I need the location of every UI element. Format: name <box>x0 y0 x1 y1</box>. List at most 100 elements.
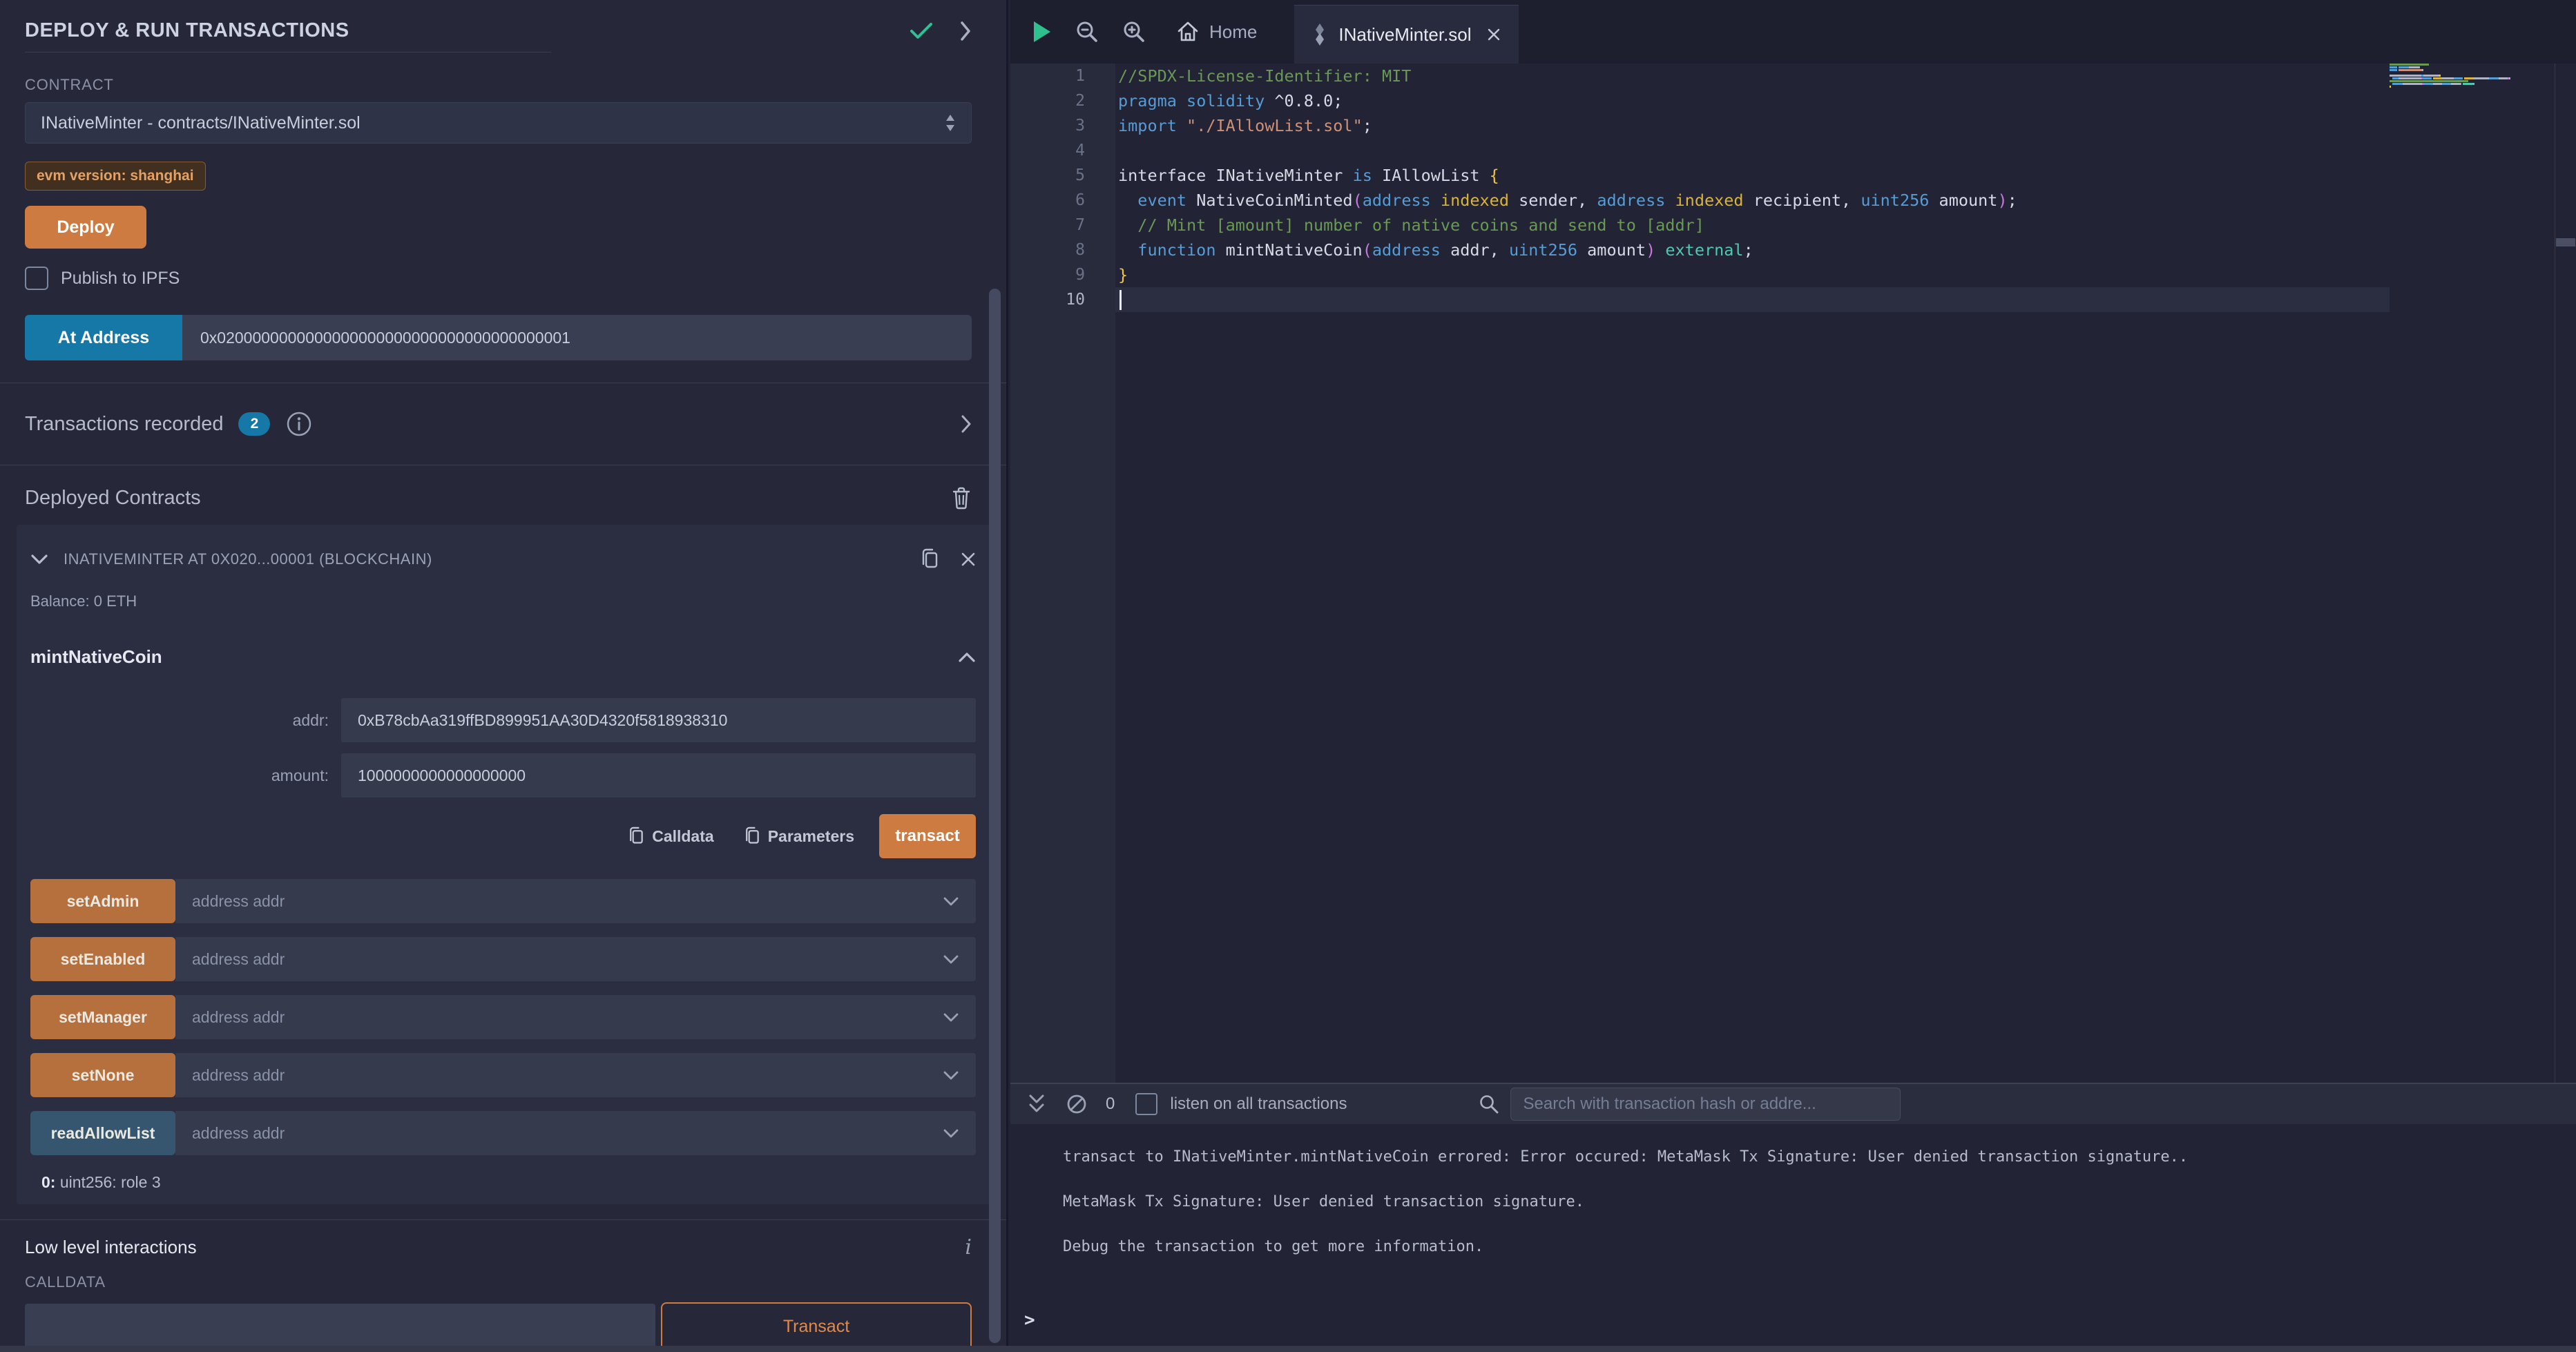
deploy-button[interactable]: Deploy <box>25 206 146 249</box>
contract-function-row: setManager address addr <box>30 995 976 1039</box>
line-number: 9 <box>1010 262 1115 287</box>
code-line: // Mint [amount] number of native coins … <box>1118 213 2390 238</box>
publish-ipfs-label: Publish to IPFS <box>61 269 180 289</box>
listen-transactions-label: listen on all transactions <box>1170 1094 1347 1114</box>
editor-tab-bar: Home INativeMinter.sol <box>1010 0 2576 64</box>
readAllowList-input[interactable]: address addr <box>175 1111 976 1155</box>
function-param-row: addr:0xB78cbAa319ffBD899951AA30D4320f581… <box>30 698 976 742</box>
trash-icon[interactable] <box>951 486 972 510</box>
code-line: pragma solidity ^0.8.0; <box>1118 88 2390 113</box>
minimap-line <box>2390 88 2555 90</box>
info-icon[interactable] <box>285 410 313 438</box>
contract-select[interactable]: INativeMinter - contracts/INativeMinter.… <box>25 102 972 144</box>
transactions-count-badge: 2 <box>238 412 270 436</box>
expand-chevron-down-icon[interactable] <box>943 1012 959 1023</box>
setNone-button[interactable]: setNone <box>30 1053 175 1097</box>
function-name-title: mintNativeCoin <box>30 646 958 668</box>
at-address-input[interactable]: 0x02000000000000000000000000000000000000… <box>182 315 972 360</box>
editor-gutter: 12345678910 <box>1010 64 1115 1083</box>
zoom-out-icon[interactable] <box>1075 20 1099 44</box>
setEnabled-button[interactable]: setEnabled <box>30 937 175 981</box>
transact-button[interactable]: transact <box>879 814 976 858</box>
tab-close-icon[interactable] <box>1487 28 1501 41</box>
minimap-line <box>2390 80 2555 82</box>
function-collapse-chevron-up-icon[interactable] <box>958 652 976 663</box>
contract-function-row: setNoneaddress addr <box>30 1053 976 1097</box>
horizontal-scrollbar[interactable] <box>0 1346 2576 1352</box>
low-level-title: Low level interactions <box>25 1237 965 1258</box>
minimap-line <box>2390 72 2555 74</box>
input-placeholder: address addr <box>192 950 943 969</box>
function-list: setAdminaddress addrsetEnabledaddress ad… <box>30 879 976 1155</box>
code-editor[interactable]: 12345678910 //SPDX-License-Identifier: M… <box>1010 64 2576 1083</box>
expand-chevron-down-icon[interactable] <box>943 1128 959 1139</box>
main-area: Home INativeMinter.sol 12345678910 //SPD… <box>1010 0 2576 1352</box>
instance-close-icon[interactable] <box>961 552 976 567</box>
run-script-play-icon[interactable] <box>1031 20 1052 44</box>
solidity-file-icon <box>1312 23 1327 46</box>
panel-collapse-chevron-right-icon[interactable] <box>959 21 972 41</box>
expand-chevron-down-icon[interactable] <box>943 896 959 907</box>
param-input[interactable]: 0xB78cbAa319ffBD899951AA30D4320f58189383… <box>341 698 976 742</box>
terminal-toolbar: 0 listen on all transactions Search with… <box>1010 1084 2576 1124</box>
deploy-run-panel: DEPLOY & RUN TRANSACTIONS CONTRACT INati… <box>0 0 1008 1352</box>
setManager-input[interactable]: address addr <box>175 995 976 1039</box>
expand-chevron-down-icon[interactable] <box>943 954 959 965</box>
info-i-icon[interactable]: i <box>965 1235 972 1259</box>
param-input[interactable]: 1000000000000000000 <box>341 753 976 798</box>
line-number: 7 <box>1010 213 1115 238</box>
code-line <box>1118 138 2390 163</box>
terminal-search-input[interactable]: Search with transaction hash or addre... <box>1510 1088 1901 1121</box>
evm-version-badge: evm version: shanghai <box>25 162 206 191</box>
editor-minimap[interactable] <box>2390 64 2555 1083</box>
tab-inativeminter[interactable]: INativeMinter.sol <box>1294 5 1518 64</box>
transactions-expand-chevron-right-icon[interactable] <box>961 414 972 434</box>
tab-home[interactable]: Home <box>1176 20 1257 44</box>
terminal-expand-double-chevron-icon[interactable] <box>1027 1093 1046 1115</box>
calldata-copy-label: Calldata <box>652 827 713 846</box>
terminal-log: transact to INativeMinter.mintNativeCoin… <box>1010 1124 2576 1282</box>
line-number: 4 <box>1010 138 1115 163</box>
expand-chevron-down-icon[interactable] <box>943 1070 959 1081</box>
terminal-prompt[interactable]: > <box>1024 1310 1035 1331</box>
at-address-button[interactable]: At Address <box>25 315 182 360</box>
panel-scrollbar-thumb[interactable] <box>989 289 1001 1343</box>
setAdmin-input[interactable]: address addr <box>175 879 976 923</box>
low-level-transact-button[interactable]: Transact <box>661 1302 972 1351</box>
function-form: addr:0xB78cbAa319ffBD899951AA30D4320f581… <box>30 698 976 798</box>
editor-scrollbar-thumb[interactable] <box>2556 238 2575 247</box>
setAdmin-button[interactable]: setAdmin <box>30 879 175 923</box>
instance-balance: Balance: 0 ETH <box>30 592 976 610</box>
zoom-in-icon[interactable] <box>1122 20 1146 44</box>
terminal-log-line: transact to INativeMinter.mintNativeCoin… <box>1063 1148 2562 1192</box>
minimap-line <box>2390 66 2555 68</box>
instance-label: INATIVEMINTER AT 0X020...00001 (BLOCKCHA… <box>64 550 904 568</box>
publish-ipfs-checkbox[interactable] <box>25 267 48 290</box>
tab-active-label: INativeMinter.sol <box>1338 24 1471 46</box>
copy-icon[interactable] <box>919 548 940 571</box>
minimap-line <box>2390 64 2555 66</box>
copy-calldata-button[interactable]: Calldata <box>623 825 718 847</box>
setManager-button[interactable]: setManager <box>30 995 175 1039</box>
home-icon <box>1176 20 1200 44</box>
line-number: 5 <box>1010 163 1115 188</box>
copy-parameters-button[interactable]: Parameters <box>739 825 858 847</box>
instance-chevron-down-icon[interactable] <box>30 554 48 565</box>
calldata-input[interactable] <box>25 1304 655 1349</box>
editor-cursor <box>1119 290 1122 310</box>
line-number: 6 <box>1010 188 1115 213</box>
setNone-input[interactable]: address addr <box>175 1053 976 1097</box>
call-result-index: 0: <box>41 1173 55 1191</box>
input-placeholder: address addr <box>192 1008 943 1027</box>
line-number: 3 <box>1010 113 1115 138</box>
contract-function-row: setEnabled address addr <box>30 937 976 981</box>
contract-function-row: readAllowListaddress addr <box>30 1111 976 1155</box>
clear-console-ban-icon[interactable] <box>1066 1093 1088 1115</box>
editor-scrollbar-rail <box>2555 64 2576 1083</box>
terminal-log-line: Debug the transaction to get more inform… <box>1063 1237 2562 1282</box>
editor-code-area[interactable]: //SPDX-License-Identifier: MITpragma sol… <box>1118 64 2390 1083</box>
readAllowList-button[interactable]: readAllowList <box>30 1111 175 1155</box>
listen-transactions-checkbox[interactable] <box>1135 1093 1157 1115</box>
function-param-row: amount:1000000000000000000 <box>30 753 976 798</box>
setEnabled-input[interactable]: address addr <box>175 937 976 981</box>
